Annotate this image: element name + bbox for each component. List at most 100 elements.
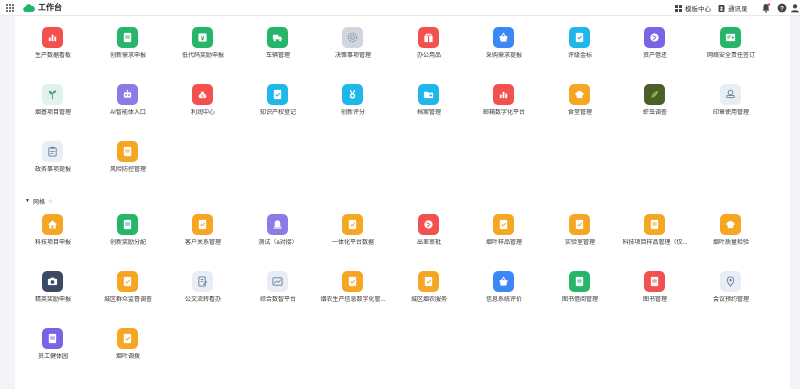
app-icon-tile[interactable] bbox=[267, 84, 288, 105]
app-tile[interactable]: 烟基项目管理 bbox=[15, 84, 91, 124]
app-icon-tile[interactable] bbox=[342, 214, 363, 235]
app-icon-tile[interactable] bbox=[569, 214, 590, 235]
folder-icon bbox=[423, 91, 434, 99]
app-icon-tile[interactable] bbox=[720, 214, 741, 235]
caret-down-icon[interactable]: ▼ bbox=[25, 198, 30, 204]
app-tile[interactable]: 一体化平台数据 bbox=[315, 214, 391, 254]
app-tile[interactable]: 创新需求申报 bbox=[90, 27, 166, 67]
app-tile[interactable]: 精英奖励申报 bbox=[15, 271, 91, 311]
app-icon-tile[interactable] bbox=[569, 27, 590, 48]
app-icon-tile[interactable] bbox=[42, 27, 63, 48]
app-tile[interactable]: 决策事项管理 bbox=[315, 27, 391, 67]
app-icon-tile[interactable]: ¥ bbox=[192, 27, 213, 48]
app-tile[interactable]: 城区群众监督调查 bbox=[90, 271, 166, 311]
app-icon-tile[interactable] bbox=[42, 84, 63, 105]
app-tile[interactable]: 食堂管理 bbox=[542, 84, 618, 124]
app-tile[interactable]: 烟叶调拨 bbox=[90, 328, 166, 368]
group-header[interactable]: ▼ 网格 ☆ bbox=[25, 196, 53, 206]
app-tile[interactable]: 实验室管理 bbox=[542, 214, 618, 254]
app-icon-tile[interactable] bbox=[117, 271, 138, 292]
app-tile[interactable]: 资产借还 bbox=[617, 27, 693, 67]
app-tile[interactable]: 城区烟农服务 bbox=[391, 271, 467, 311]
app-icon-tile[interactable] bbox=[192, 271, 213, 292]
app-icon-tile[interactable] bbox=[418, 27, 439, 48]
app-tile[interactable]: 会议预约管理 bbox=[693, 271, 769, 311]
app-icon-tile[interactable] bbox=[493, 214, 514, 235]
app-icon-tile[interactable] bbox=[493, 27, 514, 48]
help-icon[interactable]: ? bbox=[777, 3, 787, 13]
app-tile[interactable]: 图书借阅管理 bbox=[542, 271, 618, 311]
app-icon-tile[interactable] bbox=[418, 84, 439, 105]
app-icon-tile[interactable] bbox=[42, 214, 63, 235]
app-icon-tile[interactable] bbox=[418, 271, 439, 292]
app-tile[interactable]: 综合数智平台 bbox=[240, 271, 316, 311]
app-icon-tile[interactable] bbox=[644, 27, 665, 48]
app-icon-tile[interactable] bbox=[267, 271, 288, 292]
app-icon-tile[interactable] bbox=[644, 84, 665, 105]
address-book-icon bbox=[718, 4, 725, 12]
app-icon-tile[interactable] bbox=[644, 214, 665, 235]
app-tile[interactable]: 知识产权登记 bbox=[240, 84, 316, 124]
app-icon-tile[interactable] bbox=[569, 84, 590, 105]
app-icon-tile[interactable]: $ bbox=[192, 84, 213, 105]
app-tile[interactable]: 员工健体园 bbox=[15, 328, 91, 368]
app-icon-tile[interactable] bbox=[117, 84, 138, 105]
document-icon bbox=[650, 276, 659, 287]
app-icon-tile[interactable] bbox=[720, 27, 741, 48]
app-tile[interactable]: ¥ 低代码奖励申报 bbox=[165, 27, 241, 67]
app-icon-tile[interactable] bbox=[342, 84, 363, 105]
app-tile[interactable]: 客户关系管理 bbox=[165, 214, 241, 254]
app-tile[interactable]: 出差审批 bbox=[391, 214, 467, 254]
app-icon-tile[interactable] bbox=[117, 328, 138, 349]
app-tile[interactable]: 烟叶质量检验 bbox=[693, 214, 769, 254]
app-tile[interactable]: 政务事项提报 bbox=[15, 141, 91, 181]
app-icon-tile[interactable] bbox=[42, 271, 63, 292]
app-tile[interactable]: 创新奖励分配 bbox=[90, 214, 166, 254]
app-tile[interactable]: 虾虫调查 bbox=[617, 84, 693, 124]
app-icon-tile[interactable] bbox=[42, 328, 63, 349]
app-icon-tile[interactable] bbox=[342, 27, 363, 48]
app-icon-tile[interactable] bbox=[493, 271, 514, 292]
app-tile[interactable]: 创新评分 bbox=[315, 84, 391, 124]
contacts-button[interactable]: 通讯录 bbox=[718, 3, 748, 13]
app-tile[interactable]: 烟叶样品管理 bbox=[466, 214, 542, 254]
template-center-button[interactable]: 模板中心 bbox=[675, 3, 711, 13]
app-tile[interactable]: AI智能体入口 bbox=[90, 84, 166, 124]
app-tile[interactable]: 科技项目申报 bbox=[15, 214, 91, 254]
app-icon-tile[interactable] bbox=[644, 271, 665, 292]
bell-icon[interactable] bbox=[761, 3, 771, 13]
app-icon-tile[interactable] bbox=[117, 214, 138, 235]
app-tile[interactable]: 邮箱数字化平台 bbox=[466, 84, 542, 124]
app-icon-tile[interactable] bbox=[720, 84, 741, 105]
app-icon-tile[interactable] bbox=[267, 214, 288, 235]
app-icon-tile[interactable] bbox=[418, 214, 439, 235]
app-tile[interactable]: 生产数据看板 bbox=[15, 27, 91, 67]
app-tile[interactable]: 印章使用管理 bbox=[693, 84, 769, 124]
app-icon-tile[interactable] bbox=[117, 27, 138, 48]
app-icon-tile[interactable] bbox=[493, 84, 514, 105]
app-tile[interactable]: 科技项目样品管理（仅... bbox=[617, 214, 693, 254]
app-icon-tile[interactable] bbox=[192, 214, 213, 235]
app-tile[interactable]: 档案管理 bbox=[391, 84, 467, 124]
app-tile[interactable]: 信息系统评价 bbox=[466, 271, 542, 311]
app-tile[interactable]: 车辆管理 bbox=[240, 27, 316, 67]
app-tile[interactable]: 评级金标 bbox=[542, 27, 618, 67]
app-tile[interactable]: 办公用品 bbox=[391, 27, 467, 67]
user-avatar-icon[interactable] bbox=[790, 3, 800, 13]
app-tile[interactable]: 烟农生产信息数字化管... bbox=[315, 271, 391, 311]
app-tile[interactable]: $ 利润中心 bbox=[165, 84, 241, 124]
app-tile[interactable]: 风险防控管理 bbox=[90, 141, 166, 181]
app-icon-tile[interactable] bbox=[42, 141, 63, 162]
app-tile[interactable]: 网络安全责任签订 bbox=[693, 27, 769, 67]
app-icon-tile[interactable] bbox=[267, 27, 288, 48]
app-tile[interactable]: 公文流转看办 bbox=[165, 271, 241, 311]
app-icon-tile[interactable] bbox=[342, 271, 363, 292]
app-icon-tile[interactable] bbox=[117, 141, 138, 162]
app-tile[interactable]: 测试（a对接） bbox=[240, 214, 316, 254]
app-tile[interactable]: 图书管理 bbox=[617, 271, 693, 311]
app-icon-tile[interactable] bbox=[569, 271, 590, 292]
app-icon-tile[interactable] bbox=[720, 271, 741, 292]
star-icon[interactable]: ☆ bbox=[48, 198, 53, 205]
app-tile[interactable]: 采购需求提报 bbox=[466, 27, 542, 67]
app-grid-icon[interactable] bbox=[6, 4, 14, 12]
